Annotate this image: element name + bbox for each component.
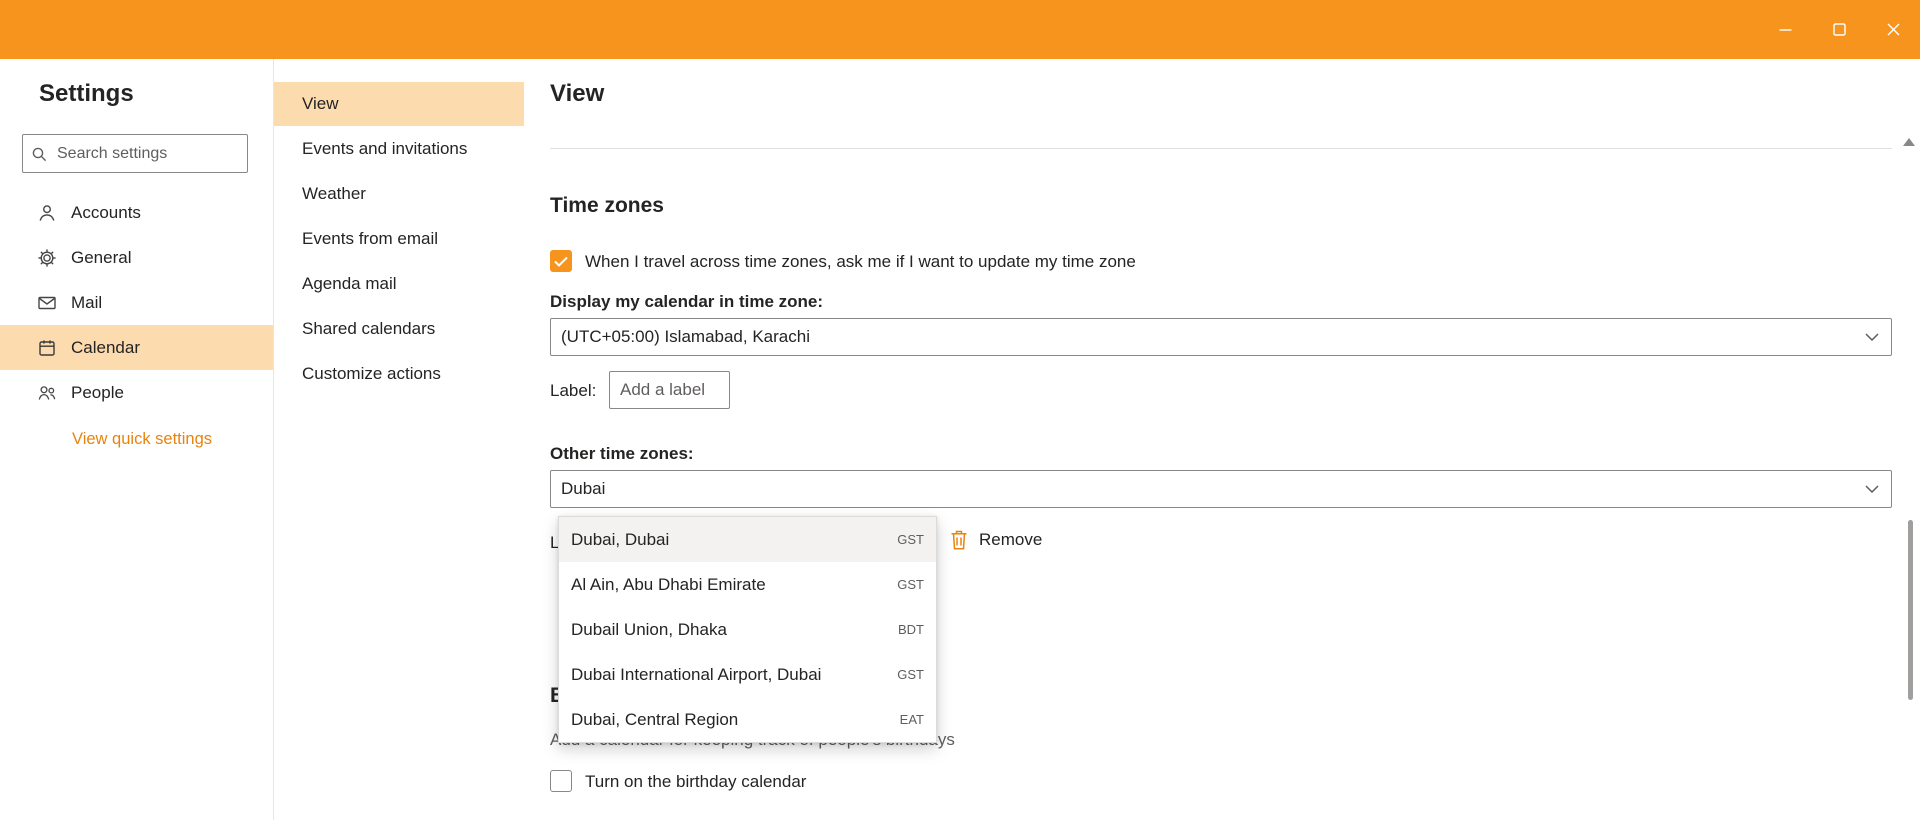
search-input[interactable]: [55, 143, 239, 164]
travel-timezone-checkbox[interactable]: [550, 250, 572, 272]
suggestion-item[interactable]: Dubai, Central Region EAT: [559, 697, 936, 742]
label-caption: Label:: [550, 381, 597, 400]
display-timezone-label: Display my calendar in time zone:: [550, 292, 824, 311]
other-timezones-label: Other time zones:: [550, 444, 694, 463]
sidebar-item-label: People: [71, 382, 124, 402]
scrollbar-up-arrow[interactable]: [1903, 138, 1915, 146]
nav-item-label: Events from email: [302, 229, 439, 248]
birthday-calendar-label: Turn on the birthday calendar: [585, 772, 807, 791]
other-timezone-input[interactable]: [551, 471, 1865, 507]
search-icon: [32, 147, 47, 161]
sidebar-item-mail[interactable]: Mail: [0, 280, 273, 325]
birthday-calendar-checkbox[interactable]: [550, 770, 572, 792]
sidebar-item-label: Mail: [71, 292, 103, 312]
title-bar: [0, 0, 1920, 59]
suggestion-tz-abbr: GST: [897, 577, 924, 592]
travel-timezone-label: When I travel across time zones, ask me …: [585, 252, 1136, 271]
check-icon: [554, 256, 568, 267]
time-zones-heading: Time zones: [550, 194, 664, 217]
trash-icon: [951, 530, 967, 550]
suggestion-item[interactable]: Dubai, Dubai GST: [559, 517, 936, 562]
suggestion-item[interactable]: Dubai International Airport, Dubai GST: [559, 652, 936, 697]
chevron-down-icon: [1865, 333, 1879, 341]
nav-item-events-from-email[interactable]: Events from email: [274, 217, 524, 261]
suggestion-tz-abbr: BDT: [898, 622, 924, 637]
settings-title: Settings: [39, 80, 134, 107]
other-timezone-combobox[interactable]: [550, 470, 1892, 508]
suggestion-place: Dubai, Dubai: [571, 529, 670, 549]
suggestion-place: Dubai, Central Region: [571, 709, 739, 729]
nav-item-shared-calendars[interactable]: Shared calendars: [274, 307, 524, 351]
sidebar-item-label: Calendar: [71, 337, 140, 357]
person-icon: [37, 203, 57, 223]
page-title: View: [550, 80, 605, 107]
minimize-icon: [1779, 29, 1791, 31]
suggestion-tz-abbr: EAT: [899, 712, 924, 727]
remove-timezone-button[interactable]: Remove: [949, 528, 1042, 552]
suggestion-item[interactable]: Dubail Union, Dhaka BDT: [559, 607, 936, 652]
nav-item-view[interactable]: View: [274, 82, 524, 126]
nav-item-label: Weather: [302, 184, 366, 203]
display-timezone-value: (UTC+05:00) Islamabad, Karachi: [561, 327, 810, 346]
suggestion-place: Dubail Union, Dhaka: [571, 619, 727, 639]
close-button[interactable]: [1866, 0, 1920, 59]
scrollbar-thumb[interactable]: [1908, 520, 1913, 700]
sidebar-item-label: General: [71, 247, 132, 267]
nav-item-label: Customize actions: [302, 364, 441, 383]
timezone-suggestions-dropdown: Dubai, Dubai GST Al Ain, Abu Dhabi Emira…: [558, 516, 937, 743]
gear-icon: [37, 248, 57, 268]
nav-item-agenda-mail[interactable]: Agenda mail: [274, 262, 524, 306]
view-quick-settings-link[interactable]: View quick settings: [72, 430, 212, 449]
suggestion-item[interactable]: Al Ain, Abu Dhabi Emirate GST: [559, 562, 936, 607]
people-icon: [37, 383, 57, 403]
suggestion-tz-abbr: GST: [897, 667, 924, 682]
label-input[interactable]: [609, 371, 730, 409]
nav-item-label: Events and invitations: [302, 139, 468, 158]
calendar-icon: [37, 338, 57, 358]
display-timezone-select[interactable]: (UTC+05:00) Islamabad, Karachi: [550, 318, 1892, 356]
search-settings-box[interactable]: [22, 134, 248, 173]
nav-item-weather[interactable]: Weather: [274, 172, 524, 216]
chevron-down-icon: [1865, 485, 1879, 493]
sidebar-item-label: Accounts: [71, 202, 141, 222]
nav-item-label: Agenda mail: [302, 274, 397, 293]
nav-item-label: View: [302, 94, 339, 113]
sidebar-item-calendar[interactable]: Calendar: [0, 325, 273, 370]
remove-label: Remove: [979, 530, 1043, 549]
maximize-icon: [1832, 23, 1846, 36]
sidebar-item-accounts[interactable]: Accounts: [0, 190, 273, 235]
nav-item-events-and-invitations[interactable]: Events and invitations: [274, 127, 524, 171]
header-divider: [550, 148, 1892, 149]
nav-item-customize-actions[interactable]: Customize actions: [274, 352, 524, 396]
suggestion-place: Al Ain, Abu Dhabi Emirate: [571, 574, 766, 594]
suggestion-tz-abbr: GST: [897, 532, 924, 547]
mail-icon: [37, 293, 57, 313]
suggestion-place: Dubai International Airport, Dubai: [571, 664, 822, 684]
nav-item-label: Shared calendars: [302, 319, 436, 338]
sidebar-item-people[interactable]: People: [0, 370, 273, 415]
close-icon: [1887, 23, 1899, 36]
minimize-button[interactable]: [1758, 0, 1812, 59]
sidebar-item-general[interactable]: General: [0, 235, 273, 280]
maximize-button[interactable]: [1812, 0, 1866, 59]
